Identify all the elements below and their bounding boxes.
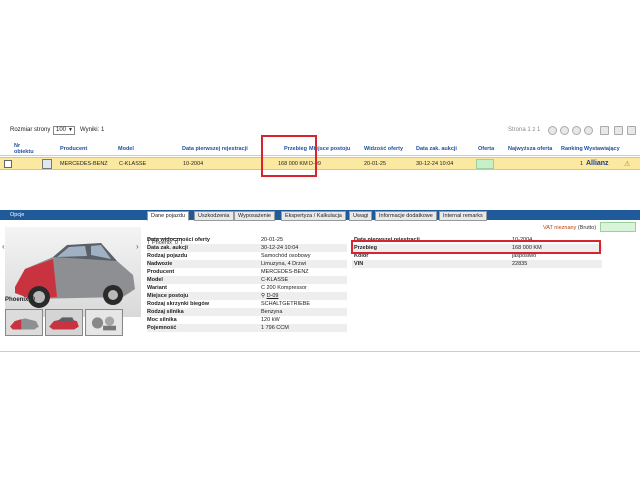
gallery-caption: Phoenix_0 xyxy=(5,297,36,303)
page-size-select[interactable]: 100 ▼ xyxy=(53,126,75,135)
print-icon[interactable] xyxy=(600,126,609,135)
vat-input[interactable] xyxy=(600,222,636,232)
detail-key: Producent xyxy=(147,269,175,275)
detail-value: 1 796 CCM xyxy=(261,325,289,331)
tab-damage[interactable]: Uszkodzenia xyxy=(194,211,234,221)
car-photo[interactable] xyxy=(5,227,141,317)
row-checkbox[interactable] xyxy=(4,160,12,168)
detail-row: Wariant C 200 Kompressor xyxy=(147,284,347,292)
results-count: Wyniki: 1 xyxy=(80,127,105,133)
chevron-down-icon: ▼ xyxy=(68,127,73,133)
camera-icon[interactable] xyxy=(42,159,52,169)
detail-row: Rodzaj pojazdu Samochód osobowy xyxy=(147,252,347,260)
detail-key: Miejsce postoju xyxy=(147,293,189,299)
results-toolbar: Rozmiar strony 100 ▼ Wyniki: 1 Strona 1 … xyxy=(0,124,640,138)
annotation-box-mileage xyxy=(261,135,317,177)
detail-row: Model C-KLASSE xyxy=(147,276,347,284)
cell-first-reg: 10-2004 xyxy=(183,161,204,167)
col-producer[interactable]: Producent xyxy=(60,146,87,152)
detail-value: Samochód osobowy xyxy=(261,253,311,259)
page-size-label: Rozmiar strony xyxy=(10,127,51,133)
detail-key: Pojemność xyxy=(147,325,177,331)
location-link[interactable]: ⚲ D-09 xyxy=(261,292,278,300)
last-page-icon[interactable] xyxy=(584,126,593,135)
col-seller[interactable]: Wystawiający xyxy=(584,146,620,152)
annotation-box-detail-mileage xyxy=(351,240,601,254)
col-nr[interactable]: Nr obiektu xyxy=(14,143,38,155)
detail-row: Pojemność 1 796 CCM xyxy=(147,324,347,332)
detail-value: 20-01-25 xyxy=(261,237,284,243)
gallery-prev-icon[interactable]: ‹ xyxy=(2,242,10,256)
seller-logo: Allianz xyxy=(586,160,609,167)
detail-row: Rodzaj silnika Benzyna xyxy=(147,308,347,316)
detail-value: SCHALTGETRIEBE xyxy=(261,301,311,307)
detail-value: D-09 xyxy=(266,293,279,299)
detail-row: Miejsce postoju ⚲ D-09 xyxy=(147,292,347,300)
tab-expertise[interactable]: Ekspertyza / Kalkulacja xyxy=(281,211,346,221)
offer-input[interactable] xyxy=(476,159,494,169)
thumbnail-2[interactable] xyxy=(45,309,83,336)
thumbnail-3[interactable] xyxy=(85,309,123,336)
thumbnail-1[interactable] xyxy=(5,309,43,336)
detail-key: Rodzaj skrzynki biegów xyxy=(147,301,210,307)
cell-ranking: 1 xyxy=(580,161,584,167)
detail-row: Data zak. aukcji 30-12-24 10:04 xyxy=(147,244,347,252)
next-page-icon[interactable] xyxy=(572,126,581,135)
cell-producer: MERCEDES-BENZ xyxy=(60,161,108,167)
tab-internal-remarks[interactable]: Internal remarks xyxy=(439,211,487,221)
detail-key: Nadwozie xyxy=(147,261,173,267)
detail-row: Rodzaj skrzynki biegów SCHALTGETRIEBE xyxy=(147,300,347,308)
col-visible[interactable]: Widzość oferty xyxy=(364,146,403,152)
table-header: Nr obiektu Producent Model Data pierwsze… xyxy=(0,142,640,156)
col-ranking[interactable]: Ranking xyxy=(561,146,583,152)
detail-key: Model xyxy=(147,277,163,283)
detail-key: Wariant xyxy=(147,285,167,291)
vat-info: VAT nieznany (Brutto) xyxy=(543,225,596,231)
detail-value: 30-12-24 10:04 xyxy=(261,245,299,251)
col-model[interactable]: Model xyxy=(118,146,134,152)
warning-icon[interactable]: ⚠ xyxy=(624,160,630,168)
options-label: Opcje xyxy=(10,212,25,218)
detail-key: Rodzaj silnika xyxy=(147,309,184,315)
tab-remarks[interactable]: Uwagi xyxy=(349,211,373,221)
detail-row: Nadwozie Limuzyna, 4 Drzwi xyxy=(147,260,347,268)
tab-additional-info[interactable]: Informacje dodatkowe xyxy=(375,211,437,221)
detail-key: Rodzaj pojazdu xyxy=(147,253,188,259)
detail-row: Producent MERCEDES-BENZ xyxy=(147,268,347,276)
detail-value: MERCEDES-BENZ xyxy=(261,269,309,275)
detail-value: Benzyna xyxy=(261,309,283,315)
first-page-icon[interactable] xyxy=(548,126,557,135)
table-row[interactable]: MERCEDES-BENZ C-KLASSE 10-2004 168 000 K… xyxy=(0,157,640,170)
vat-suffix: (Brutto) xyxy=(577,225,597,231)
vat-label: VAT nieznany xyxy=(543,225,577,231)
settings-icon[interactable] xyxy=(627,126,636,135)
detail-key: VIN xyxy=(354,261,364,267)
gallery-next-icon[interactable]: › xyxy=(136,242,144,256)
detail-value: C-KLASSE xyxy=(261,277,289,283)
col-first-reg[interactable]: Data pierwszej rejestracji xyxy=(182,146,248,152)
detail-value: 22835 xyxy=(512,261,528,267)
detail-key: Moc silnika xyxy=(147,317,177,323)
detail-row: VIN 22835 xyxy=(352,260,602,268)
col-end-date[interactable]: Data zak. aukcji xyxy=(416,146,457,152)
prev-page-icon[interactable] xyxy=(560,126,569,135)
detail-value: C 200 Kompressor xyxy=(261,285,307,291)
detail-key: Data zak. aukcji xyxy=(147,245,188,251)
detail-key: Data widoczności oferty xyxy=(147,237,210,243)
detail-value: 120 kW xyxy=(261,317,280,323)
page-size-value: 100 xyxy=(56,127,67,133)
cell-visible: 20-01-25 xyxy=(364,161,387,167)
detail-row: Data widoczności oferty 20-01-25 xyxy=(147,236,347,244)
pager-text: Strona 1 z 1 xyxy=(508,127,541,133)
detail-row: Moc silnika 120 kW xyxy=(147,316,347,324)
divider xyxy=(0,351,640,352)
tab-vehicle-data[interactable]: Dane pojazdu xyxy=(147,211,189,221)
col-offer[interactable]: Oferta xyxy=(478,146,494,152)
detail-value: Limuzyna, 4 Drzwi xyxy=(261,261,306,267)
cell-end-date: 30-12-24 10:04 xyxy=(416,161,454,167)
col-best-offer[interactable]: Najwyższa oferta xyxy=(508,146,552,152)
cell-model: C-KLASSE xyxy=(119,161,147,167)
tab-equipment[interactable]: Wyposażenie xyxy=(234,211,275,221)
export-icon[interactable] xyxy=(614,126,623,135)
